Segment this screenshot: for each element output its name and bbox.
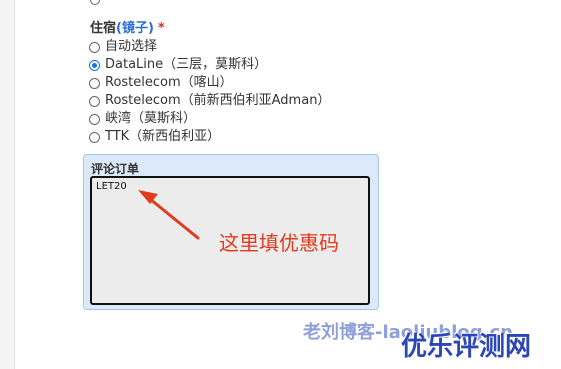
annotation-text: 这里填优惠码 [219, 231, 339, 255]
annotation-arrow-icon [138, 190, 200, 240]
site-watermark: 优乐评测网 [401, 332, 532, 362]
